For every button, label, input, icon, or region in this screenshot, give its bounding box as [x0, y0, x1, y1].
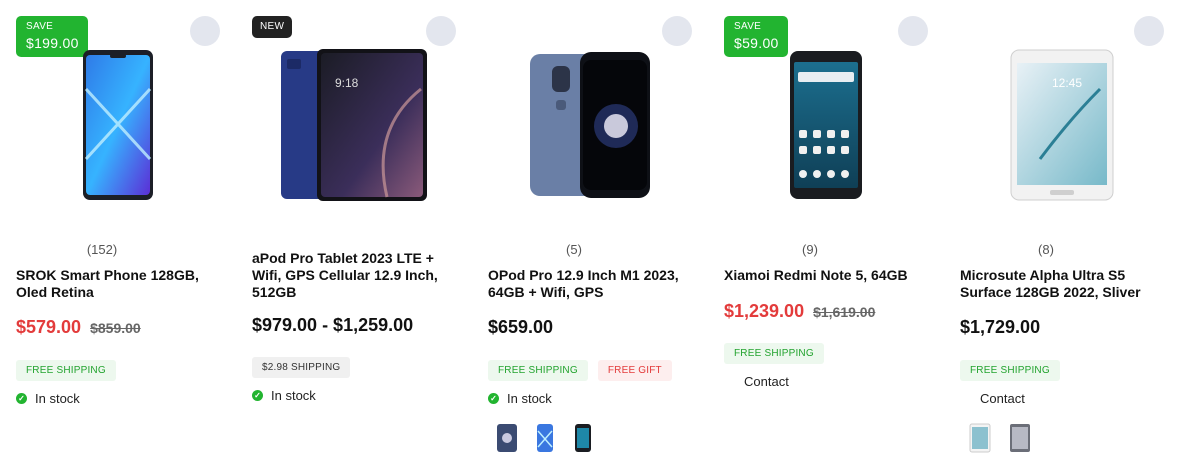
sale-price: $1,239.00 — [724, 301, 805, 321]
phone-android-icon — [790, 51, 862, 199]
product-card[interactable]: SAVE $199.00 (152) SROK Smart Phone 128G… — [0, 0, 236, 476]
contact-link[interactable]: Contact — [980, 391, 1025, 406]
shipping-tag: $2.98 SHIPPING — [252, 357, 351, 378]
review-count: (9) — [802, 242, 818, 257]
shipping-tag: FREE SHIPPING — [488, 360, 588, 381]
shipping-tag: FREE SHIPPING — [16, 360, 116, 381]
review-count: (152) — [86, 242, 118, 257]
save-label: SAVE — [26, 21, 54, 32]
price: $1,729.00 — [960, 317, 1041, 337]
old-price: $859.00 — [90, 320, 141, 336]
stock-status: ✓ In stock — [488, 391, 552, 406]
product-title[interactable]: SROK Smart Phone 128GB, Oled Retina — [16, 267, 226, 301]
product-title[interactable]: Xiamoi Redmi Note 5, 64GB — [724, 267, 934, 284]
tag-list: FREE SHIPPING — [960, 360, 1060, 381]
contact-link[interactable]: Contact — [744, 374, 789, 389]
stock-status: ✓ In stock — [16, 391, 80, 406]
review-count: (5) — [566, 242, 582, 257]
tablet-navy-icon: 9:18 — [281, 49, 427, 201]
tablet-white-swatch-icon[interactable] — [968, 422, 992, 454]
tag-list: FREE SHIPPING — [16, 360, 116, 381]
product-card[interactable]: (5) OPod Pro 12.9 Inch M1 2023, 64GB + W… — [472, 0, 708, 476]
tag-list: FREE SHIPPING — [724, 343, 824, 364]
tag-list: $2.98 SHIPPING — [252, 357, 351, 378]
save-label: SAVE — [734, 21, 762, 32]
price: $1,239.00 $1,619.00 — [724, 301, 875, 322]
product-card[interactable]: NEW 9:18 aPod Pro Tablet 2023 LTE + Wifi… — [236, 0, 472, 476]
price: $579.00 $859.00 — [16, 317, 141, 338]
product-title[interactable]: OPod Pro 12.9 Inch M1 2023, 64GB + Wifi,… — [488, 267, 698, 301]
variant-swatches — [496, 422, 594, 454]
stock-label: In stock — [507, 391, 552, 406]
product-image[interactable] — [488, 40, 692, 210]
product-image[interactable]: 12:45 — [960, 40, 1164, 210]
sale-price: $579.00 — [16, 317, 82, 337]
check-icon: ✓ — [252, 390, 263, 401]
new-badge: NEW — [252, 16, 293, 38]
gift-tag: FREE GIFT — [597, 360, 672, 381]
review-count: (8) — [1038, 242, 1054, 257]
phone-blue-swatch-icon[interactable] — [534, 422, 556, 454]
phone-silver-icon — [530, 52, 650, 198]
svg-text:12:45: 12:45 — [1052, 76, 1082, 90]
tablet-white-icon: 12:45 — [1010, 49, 1114, 201]
product-title[interactable]: aPod Pro Tablet 2023 LTE + Wifi, GPS Cel… — [252, 250, 462, 301]
phone-silver-swatch-icon[interactable] — [496, 422, 518, 454]
stock-label: In stock — [271, 388, 316, 403]
product-card[interactable]: 12:45 (8) Microsute Alpha Ultra S5 Surfa… — [944, 0, 1180, 476]
tag-list: FREE SHIPPING FREE GIFT — [488, 360, 672, 381]
product-image[interactable] — [724, 40, 928, 210]
phone-dark-swatch-icon[interactable] — [572, 422, 594, 454]
check-icon: ✓ — [488, 393, 499, 404]
stock-status: ✓ In stock — [252, 388, 316, 403]
phone-blue-icon — [83, 50, 153, 200]
tablet-grey-swatch-icon[interactable] — [1008, 422, 1032, 454]
product-card[interactable]: SAVE $59.00 (9) Xiamoi Redmi Note 5, 64G… — [708, 0, 944, 476]
shipping-tag: FREE SHIPPING — [960, 360, 1060, 381]
svg-text:9:18: 9:18 — [335, 76, 359, 90]
stock-label: In stock — [35, 391, 80, 406]
product-image[interactable] — [16, 40, 220, 210]
product-image[interactable]: 9:18 — [252, 40, 456, 210]
check-icon: ✓ — [16, 393, 27, 404]
product-title[interactable]: Microsute Alpha Ultra S5 Surface 128GB 2… — [960, 267, 1170, 301]
shipping-tag: FREE SHIPPING — [724, 343, 824, 364]
variant-swatches — [968, 422, 1032, 454]
old-price: $1,619.00 — [813, 304, 876, 320]
price-range: $979.00 - $1,259.00 — [252, 315, 414, 335]
price: $659.00 — [488, 317, 554, 337]
